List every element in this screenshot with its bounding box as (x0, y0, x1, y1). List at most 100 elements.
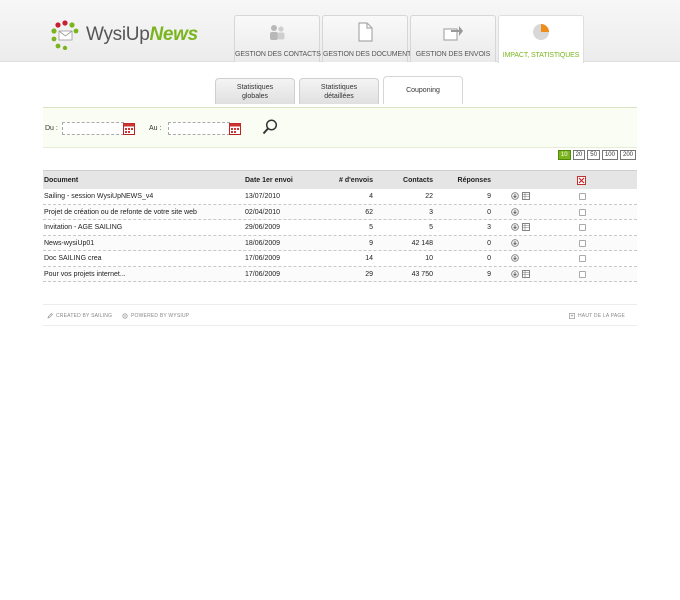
contacts-icon (270, 25, 285, 40)
download-icon[interactable] (511, 269, 519, 278)
nav-envois-label: Gestion des envois (415, 51, 491, 58)
table-row[interactable]: Invitation - AGE SAILING 29/06/2009 5 5 3 (43, 220, 637, 236)
cell-document[interactable]: Pour vos projets internet... (44, 271, 126, 278)
logo-text: WysiUpNews (86, 24, 198, 46)
cell-contacts: 43 750 (411, 270, 433, 278)
nav-documents[interactable]: Gestion des documents (322, 15, 416, 62)
header-contacts[interactable]: Contacts (383, 177, 433, 184)
to-date-field[interactable] (168, 122, 230, 135)
nav-contacts-label: Gestion des contacts (235, 51, 321, 58)
download-icon[interactable] (511, 223, 519, 231)
cell-date: 02/04/2010 (245, 208, 281, 216)
footer: Created by Sailing Powered by WysiUp Hau… (43, 304, 637, 326)
documents-table: Document Date 1er envoi # d'envois Conta… (43, 170, 637, 282)
page-size-50[interactable]: 50 (587, 150, 600, 160)
nav-documents-label: Gestion des documents (323, 51, 416, 58)
pie-chart-icon (533, 24, 549, 40)
table-body: Sailing - session WysiUpNEWS_v4 13/07/201… (43, 189, 637, 282)
download-icon[interactable] (511, 207, 519, 216)
cell-document[interactable]: Sailing - session WysiUpNEWS_v4 (44, 193, 153, 200)
table-row[interactable]: Sailing - session WysiUpNEWS_v4 13/07/201… (43, 189, 637, 205)
table-row[interactable]: News-wysiUp01 18/06/2009 9 42 148 0 (43, 235, 637, 251)
cell-reponses: 0 (487, 208, 491, 216)
tab-line1: Statistiques (320, 83, 358, 91)
row-checkbox[interactable] (579, 255, 586, 262)
logo-word1: WysiUp (86, 24, 150, 45)
row-checkbox[interactable] (579, 239, 586, 247)
cell-date: 17/06/2009 (245, 255, 281, 262)
footer-powered[interactable]: Powered by WysiUp (122, 313, 189, 319)
table-header: Document Date 1er envoi # d'envois Conta… (43, 170, 637, 189)
page-size-10[interactable]: 10 (557, 150, 571, 160)
cell-reponses: 0 (487, 239, 491, 247)
table-row[interactable]: Projet de création ou de refonte de votr… (43, 204, 637, 220)
table-row[interactable]: Pour vos projets internet... 17/06/2009 29… (43, 266, 637, 282)
spreadsheet-icon[interactable] (522, 223, 530, 231)
download-icon[interactable] (511, 192, 519, 200)
tab-statistiques-globales[interactable]: Statistiques globales (215, 78, 295, 104)
tab-line1: Statistiques (236, 83, 274, 91)
main-nav: Gestion des contacts Gestion des documen… (234, 15, 586, 63)
cell-reponses: 9 (487, 193, 491, 200)
logo-word2: News (149, 24, 198, 45)
tab-line2: détaillées (324, 92, 354, 100)
cell-document[interactable]: Doc SAILING crea (44, 255, 102, 262)
send-icon (443, 26, 463, 41)
gear-icon (122, 313, 128, 319)
footer-created-text: Created by Sailing (56, 313, 113, 319)
nav-statistiques[interactable]: Impact, statistiques (498, 15, 584, 63)
tab-line2: globales (241, 92, 269, 100)
row-checkbox[interactable] (579, 270, 586, 278)
page-size-20[interactable]: 20 (572, 150, 586, 160)
cell-date: 29/06/2009 (245, 224, 281, 231)
cell-document[interactable]: Projet de création ou de refonte de votr… (44, 209, 197, 216)
nav-envois[interactable]: Gestion des envois (410, 15, 496, 62)
page-size-200[interactable]: 200 (619, 150, 636, 160)
header-reponses[interactable]: Réponses (443, 177, 491, 184)
logo[interactable]: WysiUpNews (50, 18, 198, 52)
download-icon[interactable] (511, 254, 519, 262)
cell-document[interactable]: Invitation - AGE SAILING (44, 224, 122, 231)
table-row[interactable]: Doc SAILING crea 17/06/2009 14 10 0 (43, 251, 637, 267)
cell-document[interactable]: News-wysiUp01 (44, 240, 94, 247)
row-checkbox[interactable] (579, 208, 586, 216)
to-label: Au : (149, 125, 162, 132)
spreadsheet-icon[interactable] (522, 192, 530, 200)
delete-all-icon[interactable] (577, 176, 586, 185)
from-date-field[interactable] (62, 122, 124, 135)
page-size-selector: 10 20 50 100 200 (556, 150, 636, 160)
back-to-top-link[interactable]: Haut de la page (569, 313, 625, 319)
header: WysiUpNews Gestion des contacts Gestion … (0, 0, 680, 63)
cell-envois: 29 (365, 270, 373, 278)
cell-date: 17/06/2009 (245, 270, 281, 278)
from-label: Du : (45, 125, 58, 132)
cell-contacts: 22 (425, 193, 433, 200)
nav-statistiques-label: Impact, statistiques (502, 52, 580, 59)
spreadsheet-icon[interactable] (522, 269, 530, 278)
pencil-icon (47, 313, 53, 319)
page-size-100[interactable]: 100 (601, 150, 618, 160)
nav-contacts[interactable]: Gestion des contacts (234, 15, 321, 62)
tab-statistiques-detaillees[interactable]: Statistiques détaillées (299, 78, 379, 104)
header-envois[interactable]: # d'envois (333, 177, 373, 184)
footer-created[interactable]: Created by Sailing (47, 313, 112, 319)
calendar-icon[interactable] (123, 122, 135, 135)
subtabs: Statistiques globales Statistiques détaill… (215, 76, 467, 104)
row-checkbox[interactable] (579, 224, 586, 231)
cell-envois: 62 (365, 208, 373, 216)
row-checkbox[interactable] (579, 193, 586, 200)
cell-contacts: 5 (429, 224, 433, 231)
cell-date: 13/07/2010 (245, 193, 281, 200)
cell-reponses: 0 (487, 255, 491, 262)
back-to-top-text: Haut de la page (578, 313, 625, 319)
arrow-up-icon (569, 313, 575, 319)
header-date[interactable]: Date 1er envoi (245, 177, 293, 184)
cell-reponses: 9 (487, 270, 491, 278)
download-icon[interactable] (511, 238, 519, 247)
tab-couponing[interactable]: Couponing (383, 76, 463, 104)
cell-reponses: 3 (487, 224, 491, 231)
calendar-icon[interactable] (229, 122, 241, 135)
search-icon[interactable] (261, 118, 279, 136)
header-document[interactable]: Document (44, 177, 78, 184)
document-icon (358, 22, 373, 42)
